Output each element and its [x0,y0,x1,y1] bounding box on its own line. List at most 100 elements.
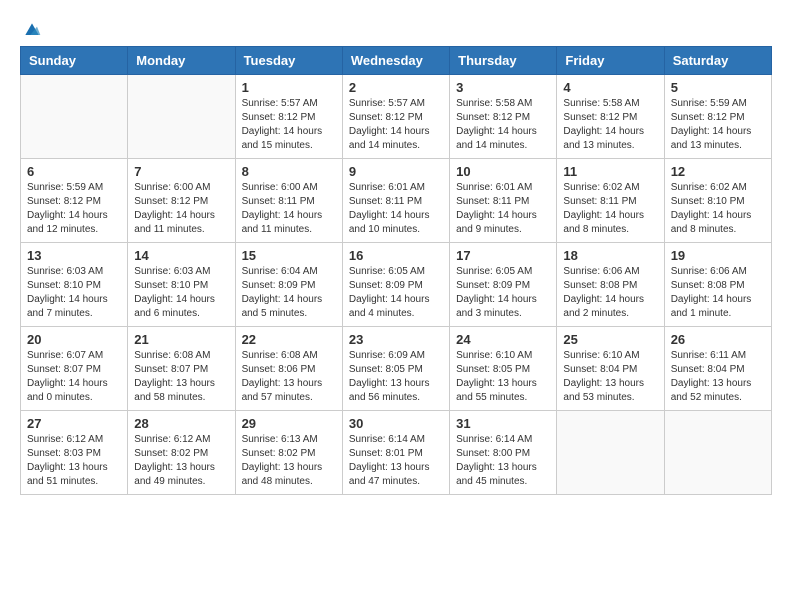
calendar-cell: 13Sunrise: 6:03 AM Sunset: 8:10 PM Dayli… [21,243,128,327]
day-info: Sunrise: 6:14 AM Sunset: 8:00 PM Dayligh… [456,433,550,489]
day-number: 18 [563,248,657,263]
calendar-cell: 16 Sunrise: 6:05 AM Sunset: 8:09 PM Dayli… [342,243,449,327]
day-info: Sunrise: 6:01 AM Sunset: 8:11 PM Dayligh… [456,181,550,237]
day-info: Sunrise: 6:03 AM Sunset: 8:10 PM Dayligh… [27,265,121,321]
calendar-cell [128,75,235,159]
day-info: Sunrise: 6:11 AM Sunset: 8:04 PM Dayligh… [671,349,765,405]
weekday-header-monday: Monday [128,47,235,75]
day-info: Sunrise: 6:10 AM Sunset: 8:04 PM Dayligh… [563,349,657,405]
day-number: 16 [349,248,443,263]
calendar-cell: 29 Sunrise: 6:13 AM Sunset: 8:02 PM Dayli… [235,411,342,495]
day-number: 10 [456,164,550,179]
day-info: Sunrise: 6:10 AM Sunset: 8:05 PM Dayligh… [456,349,550,405]
day-number: 5 [671,80,765,95]
day-info: Sunrise: 6:14 AM Sunset: 8:01 PM Dayligh… [349,433,443,489]
day-number: 4 [563,80,657,95]
day-info: Sunrise: 5:57 AM Sunset: 8:12 PM Dayligh… [349,97,443,153]
calendar-cell: 14 Sunrise: 6:03 AM Sunset: 8:10 PM Dayli… [128,243,235,327]
week-row-2: 6Sunrise: 5:59 AM Sunset: 8:12 PM Daylig… [21,159,772,243]
day-info: Sunrise: 6:05 AM Sunset: 8:09 PM Dayligh… [349,265,443,321]
day-info: Sunrise: 6:01 AM Sunset: 8:11 PM Dayligh… [349,181,443,237]
logo [20,20,42,36]
day-info: Sunrise: 5:59 AM Sunset: 8:12 PM Dayligh… [671,97,765,153]
weekday-header-thursday: Thursday [450,47,557,75]
week-row-3: 13Sunrise: 6:03 AM Sunset: 8:10 PM Dayli… [21,243,772,327]
calendar-cell: 23 Sunrise: 6:09 AM Sunset: 8:05 PM Dayli… [342,327,449,411]
calendar-cell [664,411,771,495]
logo-icon [22,20,42,40]
page-header [20,20,772,36]
day-number: 15 [242,248,336,263]
day-number: 6 [27,164,121,179]
calendar-cell: 26 Sunrise: 6:11 AM Sunset: 8:04 PM Dayli… [664,327,771,411]
day-number: 24 [456,332,550,347]
day-number: 3 [456,80,550,95]
day-info: Sunrise: 6:00 AM Sunset: 8:12 PM Dayligh… [134,181,228,237]
calendar-cell: 15 Sunrise: 6:04 AM Sunset: 8:09 PM Dayli… [235,243,342,327]
weekday-header-row: SundayMondayTuesdayWednesdayThursdayFrid… [21,47,772,75]
day-info: Sunrise: 6:12 AM Sunset: 8:02 PM Dayligh… [134,433,228,489]
day-number: 30 [349,416,443,431]
calendar-cell: 19 Sunrise: 6:06 AM Sunset: 8:08 PM Dayli… [664,243,771,327]
day-number: 22 [242,332,336,347]
weekday-header-tuesday: Tuesday [235,47,342,75]
day-number: 19 [671,248,765,263]
calendar-cell: 9 Sunrise: 6:01 AM Sunset: 8:11 PM Daylig… [342,159,449,243]
calendar-table: SundayMondayTuesdayWednesdayThursdayFrid… [20,46,772,495]
weekday-header-friday: Friday [557,47,664,75]
week-row-1: 1 Sunrise: 5:57 AM Sunset: 8:12 PM Daylig… [21,75,772,159]
day-info: Sunrise: 6:13 AM Sunset: 8:02 PM Dayligh… [242,433,336,489]
calendar-cell [557,411,664,495]
day-info: Sunrise: 6:05 AM Sunset: 8:09 PM Dayligh… [456,265,550,321]
day-number: 12 [671,164,765,179]
day-number: 21 [134,332,228,347]
calendar-cell: 4 Sunrise: 5:58 AM Sunset: 8:12 PM Daylig… [557,75,664,159]
calendar-cell: 5 Sunrise: 5:59 AM Sunset: 8:12 PM Daylig… [664,75,771,159]
calendar-cell: 28 Sunrise: 6:12 AM Sunset: 8:02 PM Dayli… [128,411,235,495]
calendar-cell: 25 Sunrise: 6:10 AM Sunset: 8:04 PM Dayli… [557,327,664,411]
day-number: 27 [27,416,121,431]
day-info: Sunrise: 6:08 AM Sunset: 8:07 PM Dayligh… [134,349,228,405]
weekday-header-saturday: Saturday [664,47,771,75]
day-info: Sunrise: 6:02 AM Sunset: 8:11 PM Dayligh… [563,181,657,237]
weekday-header-sunday: Sunday [21,47,128,75]
week-row-4: 20Sunrise: 6:07 AM Sunset: 8:07 PM Dayli… [21,327,772,411]
day-number: 29 [242,416,336,431]
day-info: Sunrise: 6:09 AM Sunset: 8:05 PM Dayligh… [349,349,443,405]
day-info: Sunrise: 6:07 AM Sunset: 8:07 PM Dayligh… [27,349,121,405]
day-number: 1 [242,80,336,95]
day-number: 14 [134,248,228,263]
calendar-cell: 17Sunrise: 6:05 AM Sunset: 8:09 PM Dayli… [450,243,557,327]
day-info: Sunrise: 5:58 AM Sunset: 8:12 PM Dayligh… [563,97,657,153]
day-info: Sunrise: 6:08 AM Sunset: 8:06 PM Dayligh… [242,349,336,405]
day-number: 28 [134,416,228,431]
day-info: Sunrise: 6:04 AM Sunset: 8:09 PM Dayligh… [242,265,336,321]
day-info: Sunrise: 6:03 AM Sunset: 8:10 PM Dayligh… [134,265,228,321]
calendar-cell [21,75,128,159]
day-number: 25 [563,332,657,347]
weekday-header-wednesday: Wednesday [342,47,449,75]
day-number: 23 [349,332,443,347]
day-info: Sunrise: 6:06 AM Sunset: 8:08 PM Dayligh… [671,265,765,321]
day-number: 11 [563,164,657,179]
calendar-cell: 6Sunrise: 5:59 AM Sunset: 8:12 PM Daylig… [21,159,128,243]
day-info: Sunrise: 6:12 AM Sunset: 8:03 PM Dayligh… [27,433,121,489]
day-number: 8 [242,164,336,179]
calendar-cell: 3Sunrise: 5:58 AM Sunset: 8:12 PM Daylig… [450,75,557,159]
day-number: 9 [349,164,443,179]
calendar-cell: 2Sunrise: 5:57 AM Sunset: 8:12 PM Daylig… [342,75,449,159]
calendar-cell: 1 Sunrise: 5:57 AM Sunset: 8:12 PM Daylig… [235,75,342,159]
day-number: 7 [134,164,228,179]
day-info: Sunrise: 5:57 AM Sunset: 8:12 PM Dayligh… [242,97,336,153]
calendar-cell: 18 Sunrise: 6:06 AM Sunset: 8:08 PM Dayli… [557,243,664,327]
calendar-cell: 11 Sunrise: 6:02 AM Sunset: 8:11 PM Dayli… [557,159,664,243]
day-info: Sunrise: 6:02 AM Sunset: 8:10 PM Dayligh… [671,181,765,237]
week-row-5: 27 Sunrise: 6:12 AM Sunset: 8:03 PM Dayli… [21,411,772,495]
calendar-cell: 31Sunrise: 6:14 AM Sunset: 8:00 PM Dayli… [450,411,557,495]
day-info: Sunrise: 6:06 AM Sunset: 8:08 PM Dayligh… [563,265,657,321]
day-number: 26 [671,332,765,347]
calendar-cell: 22 Sunrise: 6:08 AM Sunset: 8:06 PM Dayli… [235,327,342,411]
calendar-cell: 21 Sunrise: 6:08 AM Sunset: 8:07 PM Dayli… [128,327,235,411]
calendar-cell: 8Sunrise: 6:00 AM Sunset: 8:11 PM Daylig… [235,159,342,243]
calendar-cell: 10 Sunrise: 6:01 AM Sunset: 8:11 PM Dayli… [450,159,557,243]
